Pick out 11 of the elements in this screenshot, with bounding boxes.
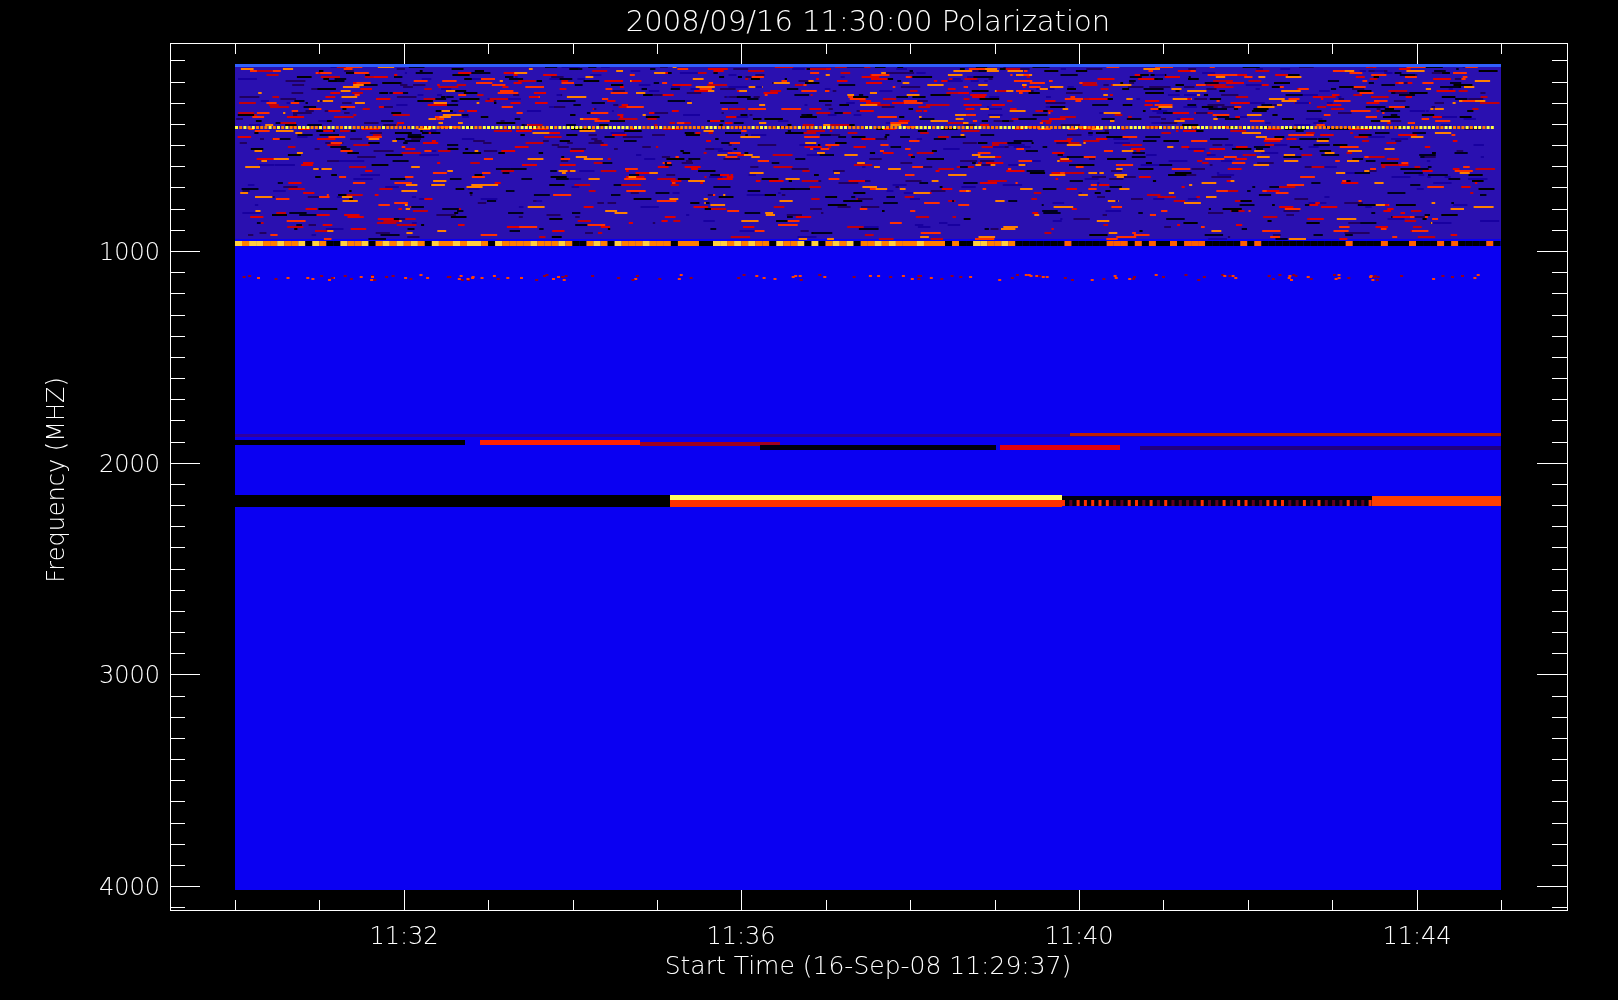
axis-title: Start Time (16-Sep-08 11:29:37) xyxy=(664,951,1072,980)
axis-tick-label: 11:44 xyxy=(1382,922,1452,950)
axis-tick-label: 3000 xyxy=(98,661,160,689)
axis-tick-label: 4000 xyxy=(98,873,160,901)
axis-tick-label: 2000 xyxy=(98,450,160,478)
axis-title: Frequency (MHZ) xyxy=(42,377,70,583)
axis-tick-label: 11:36 xyxy=(706,922,776,950)
axis-tick-label: 11:40 xyxy=(1044,922,1114,950)
chart-title: 2008/09/16 11:30:00 Polarization xyxy=(625,4,1111,38)
axis-tick-label: 1000 xyxy=(98,238,160,266)
axis-tick-label: 11:32 xyxy=(369,922,439,950)
